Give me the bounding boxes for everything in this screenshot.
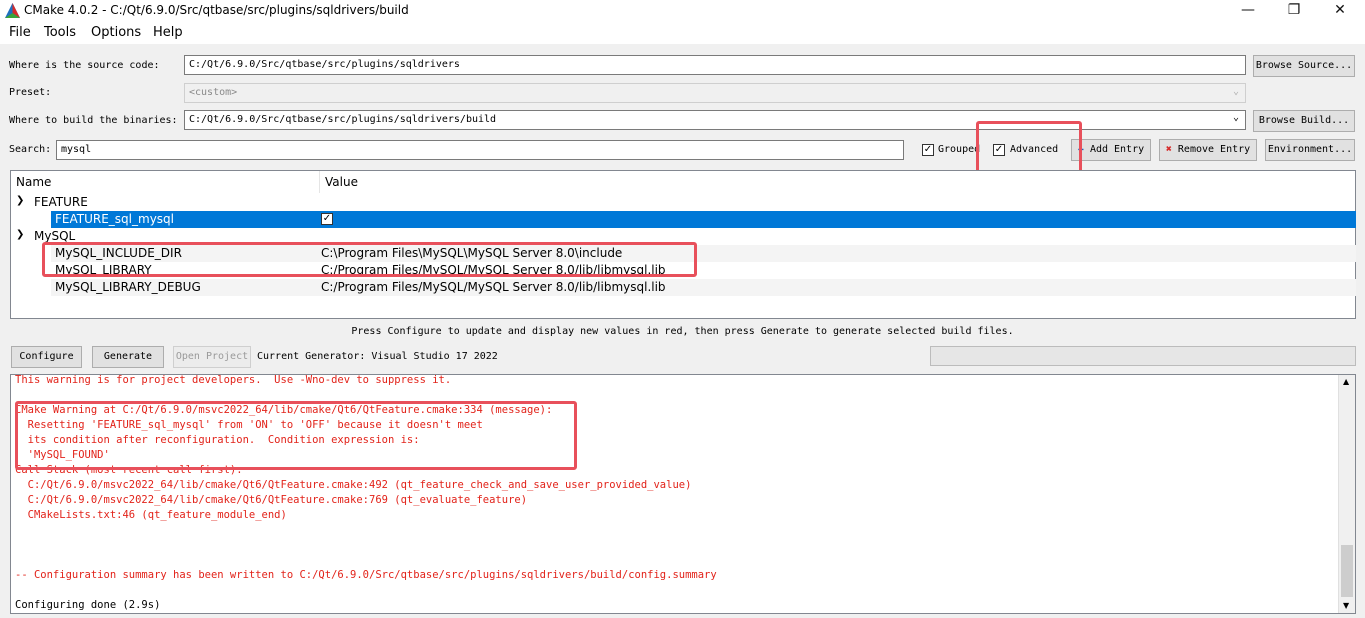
entry-value: C:/Program Files/MySQL/MySQL Server 8.0/… <box>321 280 666 294</box>
column-header-name[interactable]: Name <box>11 171 320 193</box>
log-line: C:/Qt/6.9.0/msvc2022_64/lib/cmake/Qt6/Qt… <box>15 494 528 506</box>
log-line: Configuring done (2.9s) <box>15 599 161 611</box>
entry-value-checkbox[interactable]: ✓ <box>321 213 333 225</box>
search-input[interactable]: mysql <box>56 140 904 160</box>
menu-tools[interactable]: Tools <box>44 25 76 40</box>
preset-label: Preset: <box>9 87 52 98</box>
chevron-down-icon[interactable]: ❯ <box>16 229 24 240</box>
status-hint: Press Configure to update and display ne… <box>351 326 1014 337</box>
log-line: -- Configuration summary has been writte… <box>15 569 717 581</box>
close-icon[interactable]: ✕ <box>1317 0 1363 22</box>
entry-name: FEATURE_sql_mysql <box>55 212 174 226</box>
scroll-up-icon[interactable]: ▲ <box>1343 377 1349 386</box>
configure-button[interactable]: Configure <box>11 346 82 368</box>
highlight-box-warning <box>15 401 577 470</box>
chevron-down-icon[interactable]: ⌄ <box>1233 112 1239 123</box>
remove-icon: ✖ <box>1165 144 1172 155</box>
scroll-down-icon[interactable]: ▼ <box>1343 601 1349 610</box>
search-label: Search: <box>9 144 52 155</box>
log-line: C:/Qt/6.9.0/msvc2022_64/lib/cmake/Qt6/Qt… <box>15 479 692 491</box>
build-path-value: C:/Qt/6.9.0/Src/qtbase/src/plugins/sqldr… <box>189 114 497 125</box>
highlight-box-include-dir <box>42 242 697 277</box>
minimize-icon[interactable]: — <box>1225 0 1271 22</box>
browse-source-button[interactable]: Browse Source... <box>1253 55 1355 77</box>
grouped-checkbox[interactable]: ✓ <box>922 144 934 156</box>
source-path-input[interactable]: C:/Qt/6.9.0/Src/qtbase/src/plugins/sqldr… <box>184 55 1246 75</box>
preset-value: <custom> <box>189 87 238 98</box>
preset-select: <custom> ⌄ <box>184 83 1246 103</box>
current-generator-label: Current Generator: Visual Studio 17 2022 <box>257 351 498 362</box>
menu-options[interactable]: Options <box>91 25 141 40</box>
progress-bar <box>930 346 1356 366</box>
source-label: Where is the source code: <box>9 60 160 71</box>
group-feature[interactable]: FEATURE <box>34 194 88 211</box>
generate-button[interactable]: Generate <box>92 346 164 368</box>
table-row-selected[interactable]: FEATURE_sql_mysql ✓ <box>51 211 1356 228</box>
remove-entry-button[interactable]: ✖ Remove Entry <box>1159 139 1257 161</box>
table-row[interactable]: MySQL_LIBRARY_DEBUG C:/Program Files/MyS… <box>51 279 1356 296</box>
remove-entry-label: Remove Entry <box>1177 144 1251 155</box>
log-line: This warning is for project developers. … <box>15 374 452 386</box>
open-project-button[interactable]: Open Project <box>173 346 251 368</box>
build-label: Where to build the binaries: <box>9 115 178 126</box>
menu-file[interactable]: File <box>9 25 31 40</box>
grouped-label: Grouped <box>938 144 981 155</box>
environment-button[interactable]: Environment... <box>1265 139 1355 161</box>
title-bar: CMake 4.0.2 - C:/Qt/6.9.0/Src/qtbase/src… <box>0 0 1365 22</box>
add-entry-button[interactable]: ✚ Add Entry <box>1071 139 1151 161</box>
entry-name: MySQL_LIBRARY_DEBUG <box>55 280 201 294</box>
add-entry-label: Add Entry <box>1089 144 1145 155</box>
log-line: CMakeLists.txt:46 (qt_feature_module_end… <box>15 509 287 521</box>
log-scrollbar[interactable]: ▲ ▼ <box>1338 375 1355 613</box>
scrollbar-thumb[interactable] <box>1341 545 1353 597</box>
cmake-logo-icon <box>5 3 20 21</box>
browse-build-button[interactable]: Browse Build... <box>1253 110 1355 132</box>
menu-bar: File Tools Options Help <box>0 22 1365 44</box>
column-header-value[interactable]: Value <box>320 171 1355 193</box>
menu-help[interactable]: Help <box>153 25 183 40</box>
window-title: CMake 4.0.2 - C:/Qt/6.9.0/Src/qtbase/src… <box>24 3 409 17</box>
build-path-combobox[interactable]: C:/Qt/6.9.0/Src/qtbase/src/plugins/sqldr… <box>184 110 1246 130</box>
chevron-down-icon[interactable]: ❯ <box>16 195 24 206</box>
chevron-down-icon: ⌄ <box>1232 86 1239 97</box>
maximize-icon[interactable]: ❐ <box>1271 0 1317 22</box>
